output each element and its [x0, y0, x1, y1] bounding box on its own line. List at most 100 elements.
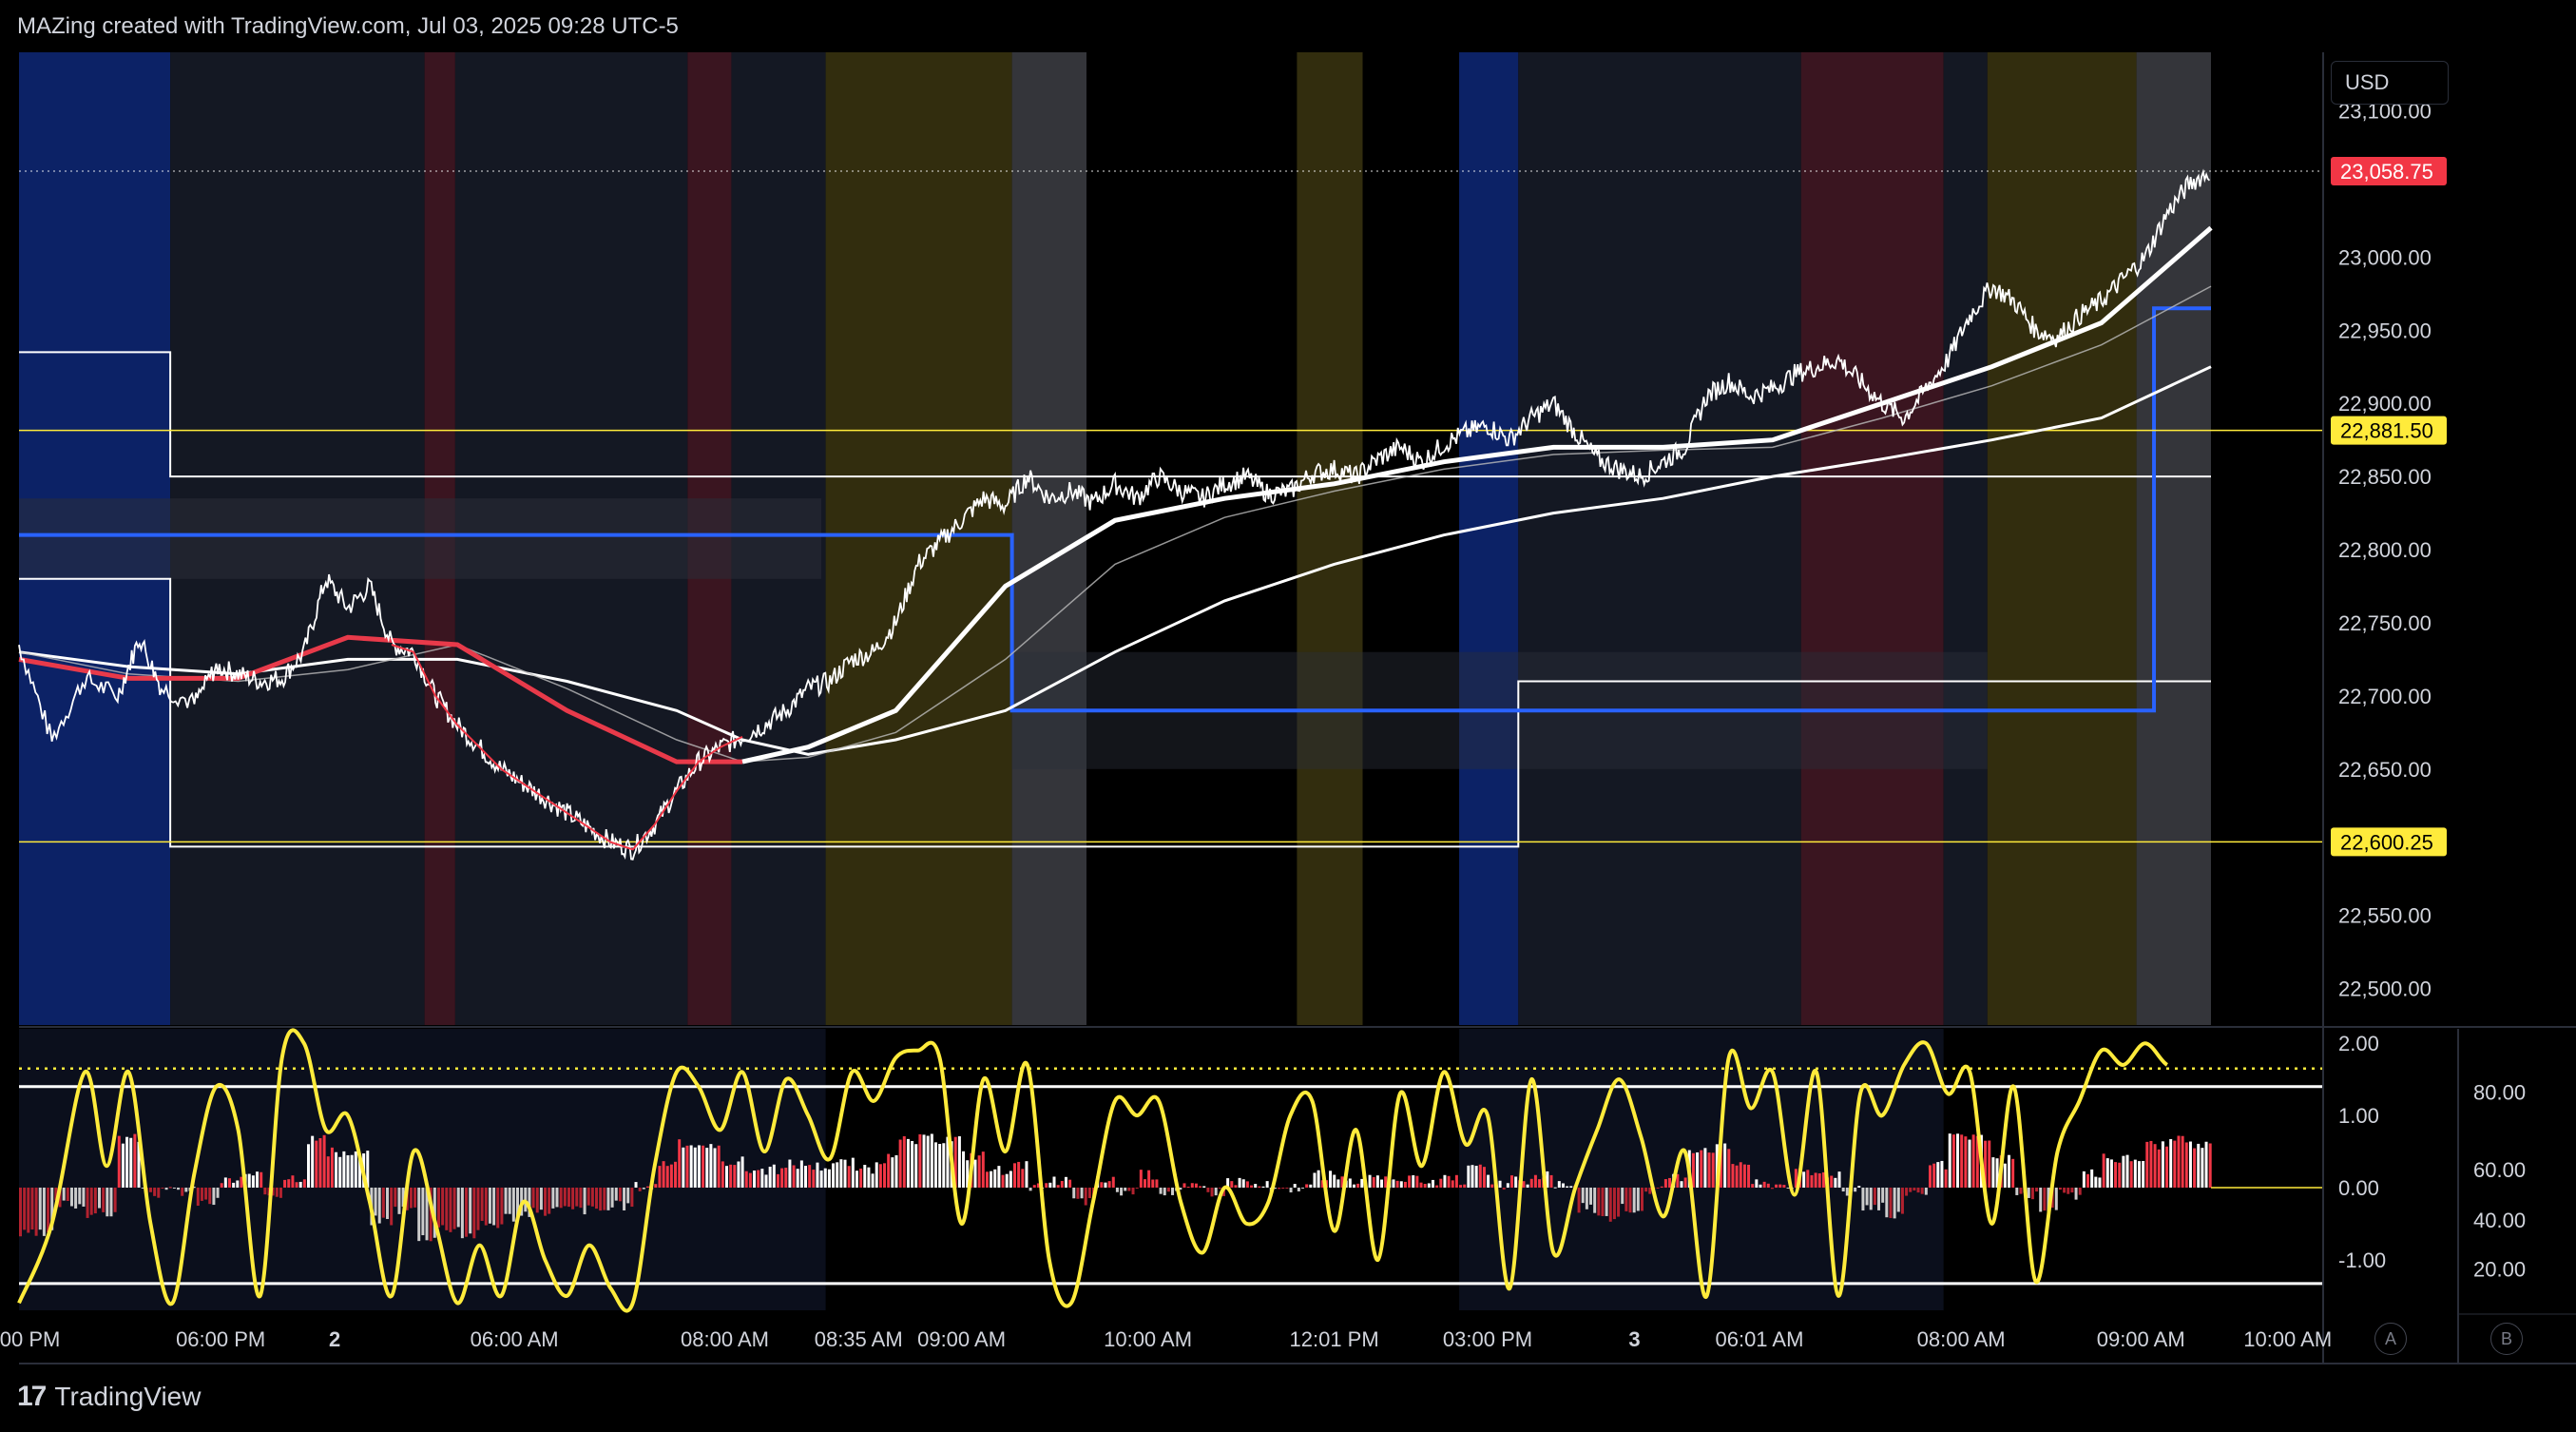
histogram-bar	[2105, 1158, 2109, 1188]
histogram-bar	[216, 1187, 220, 1198]
histogram-bar	[583, 1187, 586, 1215]
auto-scale-button[interactable]: A	[2374, 1323, 2407, 1355]
histogram-bar	[492, 1187, 496, 1226]
log-scale-label: B	[2500, 1328, 2512, 1348]
histogram-bar	[409, 1187, 413, 1209]
histogram-bar	[1928, 1165, 1932, 1188]
histogram-bar	[311, 1135, 315, 1188]
histogram-bar	[1502, 1187, 1506, 1190]
histogram-bar	[1889, 1187, 1893, 1219]
histogram-bar	[2082, 1171, 2086, 1188]
histogram-bar	[1991, 1157, 1995, 1188]
histogram-bar	[1048, 1182, 1052, 1188]
histogram-bar	[1944, 1169, 1948, 1188]
histogram-bar	[1380, 1179, 1384, 1188]
time-tick-label: 03:00 PM	[1443, 1327, 1532, 1351]
histogram-bar	[1258, 1186, 1261, 1188]
histogram-bar	[1206, 1187, 1210, 1192]
histogram-bar	[1186, 1187, 1190, 1189]
histogram-bar	[1775, 1184, 1778, 1188]
histogram-bar	[1408, 1175, 1412, 1188]
histogram-bar	[823, 1168, 827, 1188]
histogram-bar	[496, 1187, 500, 1229]
histogram-bar	[1498, 1180, 1502, 1188]
histogram-bar	[1028, 1187, 1032, 1191]
histogram-bar	[1814, 1172, 1817, 1188]
histogram-bar	[1940, 1160, 1944, 1188]
histogram-bar	[1668, 1177, 1672, 1188]
histogram-bar	[30, 1187, 34, 1230]
histogram-bar	[2078, 1187, 2082, 1195]
log-scale-button[interactable]: B	[2490, 1323, 2523, 1355]
histogram-bar	[1127, 1187, 1131, 1191]
histogram-bar	[887, 1153, 891, 1188]
time-tick-label: 09:00 AM	[2097, 1327, 2185, 1351]
tradingview-logo[interactable]: 17 TradingView	[17, 1381, 201, 1413]
histogram-bar	[1139, 1170, 1143, 1188]
histogram-bar	[1423, 1184, 1427, 1188]
histogram-bar	[740, 1156, 744, 1188]
histogram-bar	[855, 1171, 858, 1188]
histogram-bar	[1731, 1164, 1735, 1188]
histogram-bar	[567, 1187, 570, 1208]
histogram-bar	[753, 1171, 757, 1188]
histogram-bar	[1711, 1152, 1715, 1188]
histogram-bar	[1581, 1187, 1585, 1204]
histogram-bar	[1375, 1175, 1379, 1188]
histogram-bar	[298, 1181, 302, 1188]
chart-svg[interactable]: 23,100.0023,000.0022,950.0022,900.0022,8…	[0, 0, 2576, 1432]
histogram-bar	[689, 1145, 693, 1188]
histogram-bar	[1817, 1173, 1821, 1188]
histogram-bar	[1628, 1187, 1632, 1213]
histogram-bar	[1333, 1174, 1336, 1188]
histogram-bar	[1087, 1187, 1091, 1199]
histogram-bar	[654, 1184, 658, 1188]
histogram-bar	[1700, 1150, 1703, 1188]
histogram-bar	[295, 1182, 298, 1188]
histogram-bar	[1845, 1187, 1849, 1196]
histogram-bar	[717, 1145, 721, 1188]
histogram-bar	[819, 1171, 823, 1188]
histogram-bar	[1806, 1170, 1810, 1188]
time-tick-label: 06:01 AM	[1715, 1327, 1803, 1351]
histogram-bar	[1778, 1184, 1782, 1188]
histogram-bar	[1612, 1187, 1616, 1220]
histogram-bar	[469, 1187, 472, 1234]
histogram-bar	[2035, 1187, 2039, 1192]
histogram-bar	[1948, 1133, 1951, 1188]
histogram-bar	[1009, 1171, 1012, 1188]
histogram-bar	[1395, 1180, 1399, 1188]
histogram-bar	[488, 1187, 491, 1224]
histogram-bar	[2133, 1159, 2137, 1188]
histogram-bar	[2181, 1135, 2184, 1188]
histogram-bar	[1100, 1182, 1104, 1188]
histogram-bar	[808, 1165, 812, 1188]
histogram-bar	[548, 1187, 551, 1214]
histogram-bar	[1372, 1176, 1375, 1188]
histogram-bar	[472, 1187, 476, 1239]
session-band-11	[1459, 52, 1519, 1025]
histogram-bar	[1529, 1178, 1533, 1188]
histogram-bar	[390, 1187, 394, 1226]
histogram-bar	[1285, 1187, 1289, 1189]
histogram-bar	[911, 1140, 914, 1188]
histogram-bar	[1557, 1181, 1561, 1188]
histogram-bar	[1467, 1165, 1471, 1188]
histogram-bar	[1656, 1187, 1660, 1189]
histogram-bar	[1747, 1164, 1751, 1188]
price-tick-label: 22,900.00	[2338, 392, 2432, 416]
histogram-bar	[1281, 1187, 1285, 1190]
histogram-bar	[757, 1170, 760, 1188]
histogram-bar	[2008, 1154, 2011, 1188]
histogram-bar	[2149, 1140, 2153, 1188]
histogram-bar	[1309, 1184, 1313, 1188]
price-tick-label: 22,700.00	[2338, 685, 2432, 708]
histogram-bar	[713, 1148, 717, 1188]
currency-selector[interactable]: USD	[2331, 61, 2449, 105]
histogram-bar	[2027, 1187, 2030, 1198]
histogram-bar	[618, 1187, 622, 1202]
histogram-bar	[148, 1187, 152, 1192]
histogram-bar	[2058, 1187, 2062, 1190]
histogram-bar	[1171, 1187, 1175, 1195]
histogram-bar	[1802, 1171, 1806, 1188]
